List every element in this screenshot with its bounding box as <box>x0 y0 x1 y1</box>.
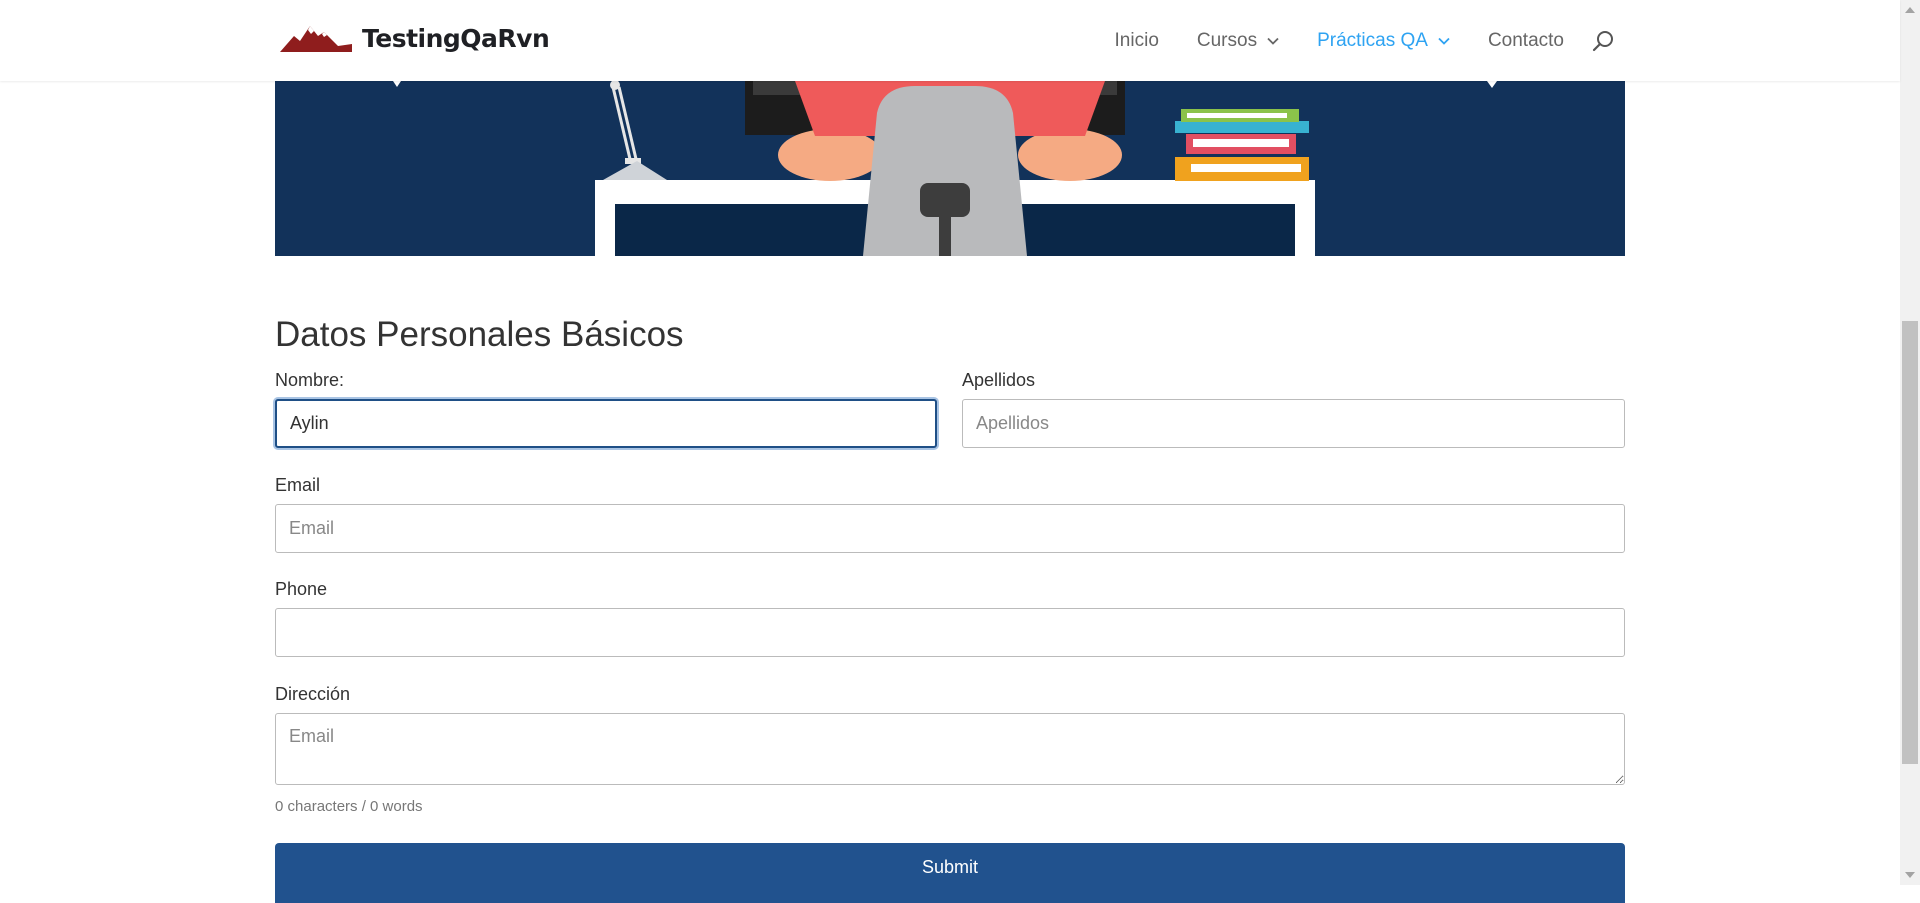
desk-illustration <box>275 81 1625 256</box>
scroll-thumb[interactable] <box>1902 321 1918 764</box>
logo-text: TestingQaRvn <box>362 23 550 53</box>
chevron-down-icon <box>1267 37 1279 45</box>
nav-item-contacto[interactable]: Contacto <box>1488 30 1564 52</box>
nav-label: Cursos <box>1196 29 1258 51</box>
form-title: Datos Personales Básicos <box>275 315 684 354</box>
email-label: Email <box>275 475 321 495</box>
nav-label: Prácticas QA <box>1317 29 1428 51</box>
hero-illustration <box>275 81 1625 256</box>
page-scrollbar[interactable] <box>1900 0 1920 885</box>
phone-input[interactable] <box>275 608 1625 657</box>
nombre-input[interactable] <box>275 399 937 448</box>
nav-item-inicio[interactable]: Inicio <box>1115 30 1159 52</box>
chevron-down-icon <box>1438 37 1450 45</box>
mountain-logo-icon <box>280 26 352 52</box>
apellidos-label: Apellidos <box>962 370 1036 390</box>
nav-label: Inicio <box>1114 29 1159 51</box>
nav-label: Contacto <box>1487 29 1564 51</box>
site-header: TestingQaRvn Inicio Cursos Prácticas QA … <box>0 0 1900 81</box>
site-logo[interactable]: TestingQaRvn <box>280 22 550 54</box>
apellidos-input[interactable] <box>962 399 1625 448</box>
character-counter: 0 characters / 0 words <box>275 798 423 815</box>
nav-item-practicas-qa[interactable]: Prácticas QA <box>1317 30 1450 52</box>
submit-button[interactable]: Submit <box>275 843 1625 903</box>
scroll-down-arrow-icon[interactable] <box>1905 872 1915 878</box>
search-icon[interactable] <box>1592 30 1614 52</box>
nav-item-cursos[interactable]: Cursos <box>1197 30 1279 52</box>
nombre-label: Nombre: <box>275 370 345 390</box>
phone-label: Phone <box>275 579 328 599</box>
main-nav: Inicio Cursos Prácticas QA Contacto <box>1077 0 1614 81</box>
email-input[interactable] <box>275 504 1625 553</box>
scroll-up-arrow-icon[interactable] <box>1905 7 1915 13</box>
direccion-textarea[interactable] <box>275 713 1625 785</box>
direccion-label: Dirección <box>275 684 351 704</box>
